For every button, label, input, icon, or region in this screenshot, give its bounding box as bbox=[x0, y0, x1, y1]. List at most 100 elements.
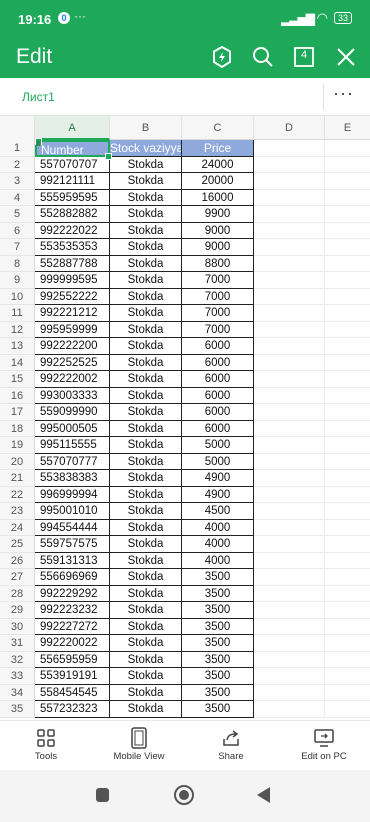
recent-apps-icon[interactable] bbox=[96, 788, 109, 802]
cell-stock-status[interactable]: Stokda bbox=[110, 536, 182, 553]
row-number[interactable]: 19 bbox=[0, 437, 35, 454]
row-number[interactable]: 5 bbox=[0, 206, 35, 223]
cell-stock-status[interactable]: Stokda bbox=[110, 404, 182, 421]
cell-price[interactable]: 5000 bbox=[182, 437, 254, 454]
cell-number[interactable]: 553919191 bbox=[35, 668, 110, 685]
cell-empty[interactable] bbox=[254, 255, 325, 272]
cell-empty[interactable] bbox=[325, 668, 370, 685]
row-number[interactable]: 23 bbox=[0, 503, 35, 520]
cell-empty[interactable] bbox=[325, 140, 370, 157]
cell-number[interactable]: 994554444 bbox=[35, 519, 110, 536]
row-number[interactable]: 12 bbox=[0, 321, 35, 338]
cell-price[interactable]: 4000 bbox=[182, 552, 254, 569]
cell-empty[interactable] bbox=[254, 321, 325, 338]
cell-empty[interactable] bbox=[254, 486, 325, 503]
cell-empty[interactable] bbox=[254, 387, 325, 404]
cell-stock-status[interactable]: Stokda bbox=[110, 486, 182, 503]
cell-empty[interactable] bbox=[254, 453, 325, 470]
cell-empty[interactable] bbox=[325, 289, 370, 305]
cell-number[interactable]: 556696969 bbox=[35, 569, 110, 586]
cell-price[interactable]: 7000 bbox=[182, 272, 254, 289]
row-number[interactable]: 25 bbox=[0, 536, 35, 553]
cell-number[interactable]: 992222002 bbox=[35, 371, 110, 388]
cell-price[interactable]: 7000 bbox=[182, 321, 254, 338]
row-number[interactable]: 1 bbox=[0, 140, 35, 157]
cell-price[interactable]: 3500 bbox=[182, 585, 254, 602]
cell-empty[interactable] bbox=[254, 470, 325, 487]
cell-empty[interactable] bbox=[254, 668, 325, 685]
cell-price[interactable]: 6000 bbox=[182, 420, 254, 437]
row-number[interactable]: 16 bbox=[0, 387, 35, 404]
cell-empty[interactable] bbox=[325, 536, 370, 553]
cell-number[interactable]: 558454545 bbox=[35, 684, 110, 701]
cell-stock-status[interactable]: Stokda bbox=[110, 618, 182, 635]
row-number[interactable]: 34 bbox=[0, 684, 35, 701]
cell-empty[interactable] bbox=[254, 701, 325, 718]
cell-price[interactable]: 4900 bbox=[182, 470, 254, 487]
cell-stock-status[interactable]: Stokda bbox=[110, 437, 182, 454]
row-number[interactable]: 26 bbox=[0, 552, 35, 569]
cell-empty[interactable] bbox=[254, 519, 325, 536]
cell-price[interactable]: 4500 bbox=[182, 503, 254, 520]
cell-stock-status[interactable]: Stokda bbox=[110, 519, 182, 536]
cell-empty[interactable] bbox=[254, 206, 325, 223]
row-number[interactable]: 9 bbox=[0, 272, 35, 289]
cell-number[interactable]: 559757575 bbox=[35, 536, 110, 553]
cell-empty[interactable] bbox=[325, 454, 370, 470]
row-number[interactable]: 13 bbox=[0, 338, 35, 355]
cell-number[interactable]: 992252525 bbox=[35, 354, 110, 371]
cell-number[interactable]: 995115555 bbox=[35, 437, 110, 454]
row-number[interactable]: 2 bbox=[0, 156, 35, 173]
cell-price[interactable]: 6000 bbox=[182, 387, 254, 404]
cell-empty[interactable] bbox=[254, 272, 325, 289]
cell-stock-status[interactable]: Stokda bbox=[110, 239, 182, 256]
cell-empty[interactable] bbox=[325, 239, 370, 256]
cell-empty[interactable] bbox=[325, 404, 370, 421]
cell-number[interactable]: 993003333 bbox=[35, 387, 110, 404]
home-icon[interactable] bbox=[174, 785, 194, 805]
cell-empty[interactable] bbox=[254, 552, 325, 569]
cell-empty[interactable] bbox=[254, 536, 325, 553]
selection-handle-bottom[interactable] bbox=[105, 153, 112, 160]
cell-empty[interactable] bbox=[254, 338, 325, 355]
cell-number[interactable]: 992227272 bbox=[35, 618, 110, 635]
close-icon[interactable] bbox=[333, 44, 359, 70]
row-number[interactable]: 11 bbox=[0, 305, 35, 322]
cell-empty[interactable] bbox=[325, 553, 370, 569]
cell-price[interactable]: 4900 bbox=[182, 486, 254, 503]
row-number[interactable]: 31 bbox=[0, 635, 35, 652]
mobile-view-button[interactable]: Mobile View bbox=[104, 725, 174, 762]
cell-empty[interactable] bbox=[254, 404, 325, 421]
row-number[interactable]: 4 bbox=[0, 189, 35, 206]
edit-on-pc-button[interactable]: Edit on PC bbox=[294, 725, 354, 762]
cell-stock-status[interactable]: Stokda bbox=[110, 585, 182, 602]
cell-empty[interactable] bbox=[254, 305, 325, 322]
more-options-icon[interactable]: ··· bbox=[333, 83, 354, 104]
cell-empty[interactable] bbox=[325, 421, 370, 437]
cell-empty[interactable] bbox=[325, 173, 370, 190]
row-number[interactable]: 28 bbox=[0, 585, 35, 602]
row-number[interactable]: 22 bbox=[0, 486, 35, 503]
cell-stock-status[interactable]: Stokda bbox=[110, 321, 182, 338]
cell-stock-status[interactable]: Stokda bbox=[110, 453, 182, 470]
cell-empty[interactable] bbox=[325, 685, 370, 701]
cell-number[interactable]: 992222022 bbox=[35, 222, 110, 239]
cell-empty[interactable] bbox=[254, 239, 325, 256]
cell-stock-status[interactable]: Stokda bbox=[110, 272, 182, 289]
cell-price[interactable]: 9000 bbox=[182, 239, 254, 256]
row-number[interactable]: 29 bbox=[0, 602, 35, 619]
cell-empty[interactable] bbox=[254, 420, 325, 437]
cell-stock-status[interactable]: Stokda bbox=[110, 222, 182, 239]
column-header-d[interactable]: D bbox=[254, 116, 325, 140]
cell-stock-status[interactable]: Stokda bbox=[110, 668, 182, 685]
cell-price[interactable]: 16000 bbox=[182, 189, 254, 206]
sheet-tab[interactable]: Лист1 bbox=[22, 90, 55, 104]
cell-empty[interactable] bbox=[325, 652, 370, 668]
cell-empty[interactable] bbox=[325, 223, 370, 239]
cell-number[interactable]: 557232323 bbox=[35, 701, 110, 718]
cell-empty[interactable] bbox=[325, 388, 370, 404]
cell-number[interactable]: 992552222 bbox=[35, 288, 110, 305]
cell-stock-status[interactable]: Stokda bbox=[110, 206, 182, 223]
cell-stock-status[interactable]: Stokda bbox=[110, 420, 182, 437]
row-number[interactable]: 18 bbox=[0, 420, 35, 437]
